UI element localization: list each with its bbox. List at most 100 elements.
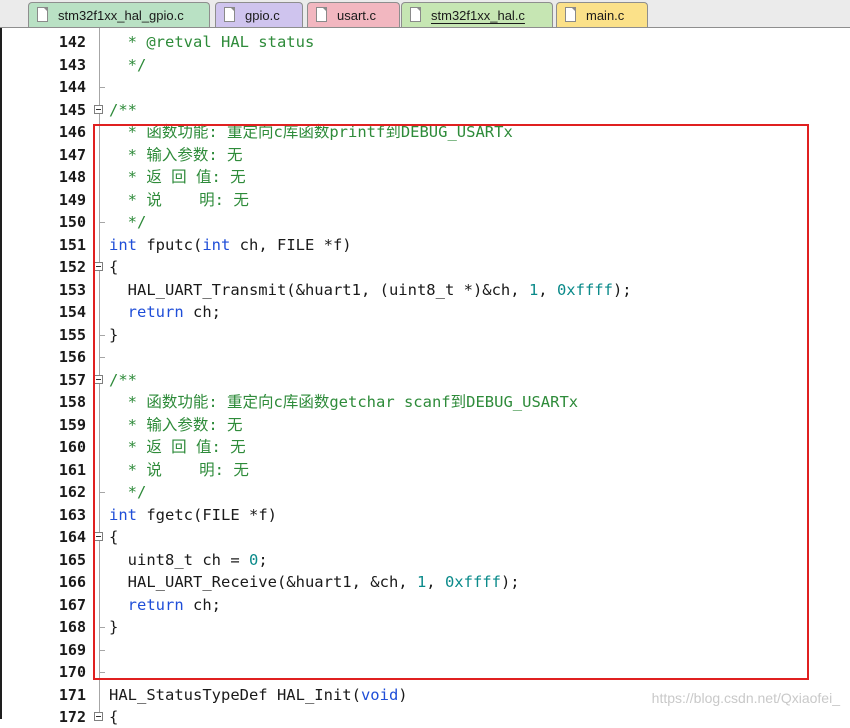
code-line[interactable]: 162 */ — [2, 481, 850, 503]
code-line[interactable]: 161 * 说 明: 无 — [2, 459, 850, 481]
code-text: */ — [109, 481, 147, 503]
line-number: 160 — [58, 438, 86, 456]
code-token: /** — [109, 100, 137, 119]
code-text: */ — [109, 211, 147, 233]
code-text: int fputc(int ch, FILE *f) — [109, 234, 352, 256]
code-token: fgetc(FILE *f) — [137, 505, 277, 524]
tab-stm32f1xx-hal-gpio-c[interactable]: stm32f1xx_hal_gpio.c — [28, 2, 210, 27]
code-token: } — [109, 325, 119, 344]
code-token: * 函数功能: 重定向c库函数getchar scanf到DEBUG_USART… — [109, 393, 579, 411]
code-token: * 输入参数: 无 — [109, 145, 243, 164]
fold-collapse-icon[interactable] — [94, 532, 103, 541]
code-line[interactable]: 152 { — [2, 256, 850, 278]
code-line[interactable]: 142 * @retval HAL status — [2, 31, 850, 53]
code-line[interactable]: 153 HAL_UART_Transmit(&huart1, (uint8_t … — [2, 279, 850, 301]
code-text: return ch; — [109, 594, 221, 616]
code-line[interactable]: 163 int fgetc(FILE *f) — [2, 504, 850, 526]
fold-collapse-icon[interactable] — [94, 104, 103, 114]
line-number: 164 — [58, 528, 86, 546]
code-line[interactable]: 146 * 函数功能: 重定向c库函数printf到DEBUG_USARTx — [2, 121, 850, 143]
code-line[interactable]: 160 * 返 回 值: 无 — [2, 436, 850, 458]
tab-gpio-c[interactable]: gpio.c — [215, 2, 303, 27]
fold-collapse-icon[interactable] — [94, 262, 103, 271]
code-line[interactable]: 143 */ — [2, 54, 850, 76]
code-token: ; — [258, 550, 268, 569]
line-number: 143 — [58, 55, 86, 74]
code-line[interactable]: 168} — [2, 616, 850, 638]
code-line[interactable]: 158 * 函数功能: 重定向c库函数getchar scanf到DEBUG_U… — [2, 391, 850, 413]
code-token: } — [109, 618, 119, 636]
line-number: 154 — [58, 303, 86, 321]
code-text: HAL_UART_Receive(&huart1, &ch, 1, 0xffff… — [109, 571, 520, 593]
code-line[interactable]: 156 — [2, 346, 850, 368]
line-number: 148 — [58, 168, 86, 186]
fold-collapse-icon[interactable] — [94, 712, 103, 721]
code-line[interactable]: 154 return ch; — [2, 301, 850, 323]
code-line[interactable]: 169 — [2, 639, 850, 661]
line-number: 170 — [58, 663, 86, 681]
code-token: * 输入参数: 无 — [109, 415, 243, 434]
code-token: HAL_StatusTypeDef HAL_Init( — [109, 685, 361, 704]
line-number: 167 — [58, 595, 86, 614]
code-line[interactable]: 159 * 输入参数: 无 — [2, 414, 850, 436]
code-token: */ — [109, 213, 147, 231]
code-token: * 函数功能: 重定向c库函数printf到DEBUG_USARTx — [109, 123, 513, 141]
line-number: 169 — [58, 640, 86, 659]
code-line[interactable]: 145 /** — [2, 99, 850, 121]
code-token: uint8_t ch = — [109, 550, 249, 569]
code-token: 1 — [528, 280, 539, 299]
code-line[interactable]: 155} — [2, 324, 850, 346]
code-line[interactable]: 147 * 输入参数: 无 — [2, 144, 850, 166]
line-number: 156 — [58, 348, 86, 366]
code-token: 0xffff — [556, 280, 613, 299]
code-line[interactable]: 170 — [2, 661, 850, 683]
code-text: * 函数功能: 重定向c库函数printf到DEBUG_USARTx — [109, 121, 513, 143]
line-number: 149 — [58, 190, 86, 209]
code-token: ch, FILE *f) — [230, 235, 352, 254]
line-number: 146 — [58, 123, 86, 141]
tab-label: stm32f1xx_hal.c — [431, 8, 525, 23]
code-line[interactable]: 144 — [2, 76, 850, 98]
code-line[interactable]: 164 { — [2, 526, 850, 548]
line-number: 153 — [58, 280, 86, 299]
line-number: 162 — [58, 483, 86, 501]
code-token: return — [127, 303, 184, 321]
tab-stm32f1xx-hal-c[interactable]: stm32f1xx_hal.c — [401, 2, 553, 27]
code-token: return — [127, 595, 184, 614]
code-text: * 返 回 值: 无 — [109, 436, 246, 458]
code-text: /** — [109, 369, 137, 391]
code-text: } — [109, 324, 118, 346]
tab-label: gpio.c — [245, 8, 280, 23]
line-number: 155 — [58, 325, 86, 344]
line-number: 147 — [58, 145, 86, 164]
fold-end-marker — [99, 334, 105, 336]
line-number: 171 — [58, 685, 86, 704]
tab-label: usart.c — [337, 8, 377, 23]
code-token: { — [109, 258, 119, 276]
fold-end-marker — [99, 222, 105, 223]
code-line[interactable]: 172 { — [2, 706, 850, 728]
line-number: 150 — [58, 213, 86, 231]
code-token: int — [109, 235, 137, 254]
tab-main-c[interactable]: main.c — [556, 2, 648, 27]
code-line[interactable]: 167 return ch; — [2, 594, 850, 616]
code-text: * 说 明: 无 — [109, 189, 249, 211]
code-line[interactable]: 165 uint8_t ch = 0; — [2, 549, 850, 571]
tab-usart-c[interactable]: usart.c — [307, 2, 400, 27]
code-token: { — [109, 708, 119, 726]
code-line[interactable]: 151 int fputc(int ch, FILE *f) — [2, 234, 850, 256]
fold-collapse-icon[interactable] — [94, 374, 103, 384]
code-editor[interactable]: 142 * @retval HAL status 143 */144 145/** 1… — [0, 28, 850, 726]
line-number: 142 — [58, 33, 86, 51]
code-line[interactable]: 166 HAL_UART_Receive(&huart1, &ch, 1, 0x… — [2, 571, 850, 593]
code-line[interactable]: 150 */ — [2, 211, 850, 233]
code-line[interactable]: 157 /** — [2, 369, 850, 391]
line-number: 152 — [58, 258, 86, 276]
code-line[interactable]: 149 * 说 明: 无 — [2, 189, 850, 211]
code-text: { — [109, 526, 118, 548]
code-text: * 函数功能: 重定向c库函数getchar scanf到DEBUG_USART… — [109, 391, 578, 413]
code-text: * 说 明: 无 — [109, 459, 249, 481]
code-line[interactable]: 148 * 返 回 值: 无 — [2, 166, 850, 188]
code-text: HAL_StatusTypeDef HAL_Init(void) — [109, 684, 408, 706]
